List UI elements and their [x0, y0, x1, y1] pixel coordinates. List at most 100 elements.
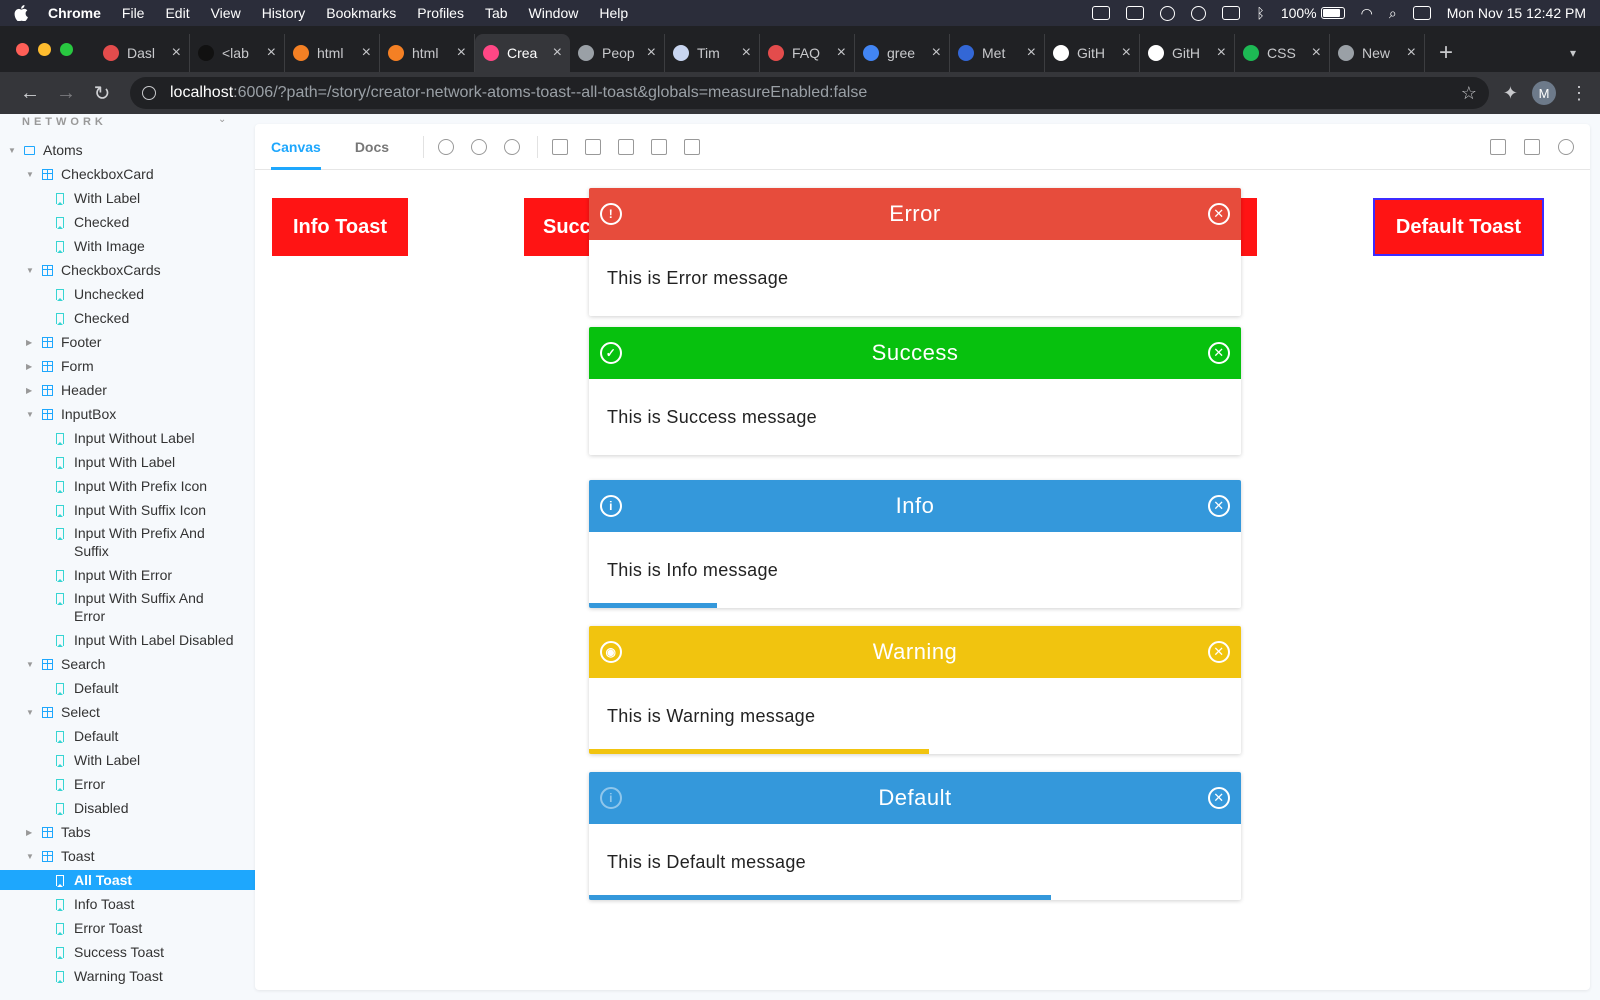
browser-tab[interactable]: Peop × — [570, 34, 665, 72]
browser-tab[interactable]: GitH × — [1045, 34, 1140, 72]
more-menu-icon[interactable]: ⋮ — [1570, 83, 1588, 104]
back-button[interactable]: ← — [12, 82, 48, 105]
sidebar-item-story[interactable]: With Image — [56, 236, 145, 256]
tab-docs[interactable]: Docs — [355, 124, 389, 170]
maximize-window-button[interactable] — [60, 42, 73, 56]
sidebar-item-story[interactable]: Checked — [56, 212, 129, 232]
copy-link-icon[interactable] — [1558, 138, 1574, 155]
browser-tab[interactable]: <lab × — [190, 34, 285, 72]
sidebar-item-story[interactable]: Disabled — [56, 798, 128, 818]
sidebar-item-component[interactable]: ▶ Header — [26, 380, 107, 400]
menu-view[interactable]: View — [211, 5, 241, 21]
measure-icon[interactable] — [684, 138, 701, 155]
sidebar-item-story[interactable]: Input With Prefix And Suffix — [56, 524, 224, 560]
sidebar-item-story[interactable]: Success Toast — [56, 942, 164, 962]
background-icon[interactable] — [552, 138, 569, 155]
wifi-icon[interactable]: ◠ — [1361, 5, 1373, 22]
browser-tab[interactable]: Crea × — [475, 34, 570, 72]
menu-history[interactable]: History — [262, 5, 306, 21]
close-tab-icon[interactable]: × — [553, 44, 562, 62]
close-tab-icon[interactable]: × — [837, 44, 846, 62]
apple-logo-icon[interactable] — [14, 5, 28, 21]
menu-edit[interactable]: Edit — [165, 5, 189, 21]
close-icon[interactable]: ✕ — [1208, 641, 1230, 663]
browser-tab[interactable]: gree × — [855, 34, 950, 72]
zoom-icon[interactable] — [1092, 6, 1111, 20]
close-icon[interactable]: ✕ — [1208, 495, 1230, 517]
sidebar-item-folder[interactable]: ▼ Atoms — [8, 140, 83, 160]
spotlight-search-icon[interactable]: ⌕ — [1389, 5, 1397, 22]
sidebar-item-component[interactable]: ▶ Tabs — [26, 822, 91, 842]
bluetooth-icon[interactable]: ᛒ — [1256, 5, 1264, 21]
minimize-window-button[interactable] — [38, 42, 51, 56]
close-tab-icon[interactable]: × — [647, 44, 656, 62]
browser-tab[interactable]: html × — [285, 34, 380, 72]
weather-icon[interactable] — [1160, 5, 1176, 21]
open-new-tab-icon[interactable] — [1524, 138, 1540, 155]
sidebar-item-component[interactable]: ▶ Footer — [26, 332, 101, 352]
close-window-button[interactable] — [16, 42, 29, 56]
address-bar[interactable]: localhost:6006/?path=/story/creator-netw… — [130, 77, 1489, 109]
control-center-icon[interactable] — [1412, 6, 1431, 20]
sidebar-item-component[interactable]: ▼ CheckboxCards — [26, 260, 161, 280]
bookmark-star-icon[interactable]: ☆ — [1461, 83, 1477, 104]
menu-app-name[interactable]: Chrome — [48, 5, 101, 21]
sidebar-item-story[interactable]: With Label — [56, 750, 140, 770]
browser-tab[interactable]: Tim × — [665, 34, 760, 72]
close-tab-icon[interactable]: × — [362, 44, 371, 62]
close-tab-icon[interactable]: × — [1027, 44, 1036, 62]
close-icon[interactable]: ✕ — [1208, 342, 1230, 364]
close-tab-icon[interactable]: × — [1122, 44, 1131, 62]
close-tab-icon[interactable]: × — [1312, 44, 1321, 62]
sidebar-item-story[interactable]: Warning Toast — [56, 966, 163, 986]
close-tab-icon[interactable]: × — [932, 44, 941, 62]
timer-icon[interactable] — [1191, 5, 1207, 21]
close-tab-icon[interactable]: × — [172, 44, 181, 62]
grid-icon[interactable] — [585, 138, 602, 155]
reload-button[interactable]: ↻ — [84, 81, 120, 106]
zoom-in-icon[interactable] — [438, 138, 455, 155]
tab-canvas[interactable]: Canvas — [271, 124, 321, 170]
sidebar-item-story[interactable]: Input With Label Disabled — [56, 630, 234, 650]
sidebar-item-component[interactable]: ▼ Toast — [26, 846, 94, 866]
audio-icon[interactable] — [1222, 6, 1241, 20]
menubar-clock[interactable]: Mon Nov 15 12:42 PM — [1447, 5, 1586, 21]
browser-tab[interactable]: html × — [380, 34, 475, 72]
fullscreen-icon[interactable] — [1490, 138, 1506, 155]
sidebar-item-component[interactable]: ▼ Search — [26, 654, 105, 674]
sidebar-item-component[interactable]: ▼ InputBox — [26, 404, 116, 424]
info-toast-button[interactable]: Info Toast — [272, 198, 408, 256]
sidebar-item-story[interactable]: Error Toast — [56, 918, 142, 938]
browser-tab[interactable]: CSS × — [1235, 34, 1330, 72]
sidebar-item-component[interactable]: ▼ CheckboxCard — [26, 164, 154, 184]
profile-avatar[interactable]: M — [1532, 81, 1556, 105]
browser-tab[interactable]: New × — [1330, 34, 1425, 72]
sidebar-item-story[interactable]: Input With Label — [56, 452, 175, 472]
sidebar-item-story[interactable]: Unchecked — [56, 284, 144, 304]
sidebar-item-story[interactable]: Input With Suffix Icon — [56, 500, 206, 520]
menu-help[interactable]: Help — [599, 5, 628, 21]
site-info-icon[interactable] — [142, 86, 156, 100]
sidebar-item-story[interactable]: Input Without Label — [56, 428, 195, 448]
new-tab-button[interactable]: + — [1425, 34, 1467, 72]
default-toast-button[interactable]: Default Toast — [1373, 198, 1544, 256]
menu-window[interactable]: Window — [529, 5, 579, 21]
sidebar-item-story[interactable]: Checked — [56, 308, 129, 328]
menu-profiles[interactable]: Profiles — [417, 5, 464, 21]
extensions-icon[interactable]: ✦ — [1503, 83, 1518, 104]
sidebar-item-story[interactable]: Input With Prefix Icon — [56, 476, 207, 496]
close-tab-icon[interactable]: × — [1217, 44, 1226, 62]
menu-file[interactable]: File — [122, 5, 145, 21]
sidebar-item-story[interactable]: Info Toast — [56, 894, 134, 914]
close-icon[interactable]: ✕ — [1208, 203, 1230, 225]
binoculars-icon[interactable] — [1126, 6, 1145, 20]
sidebar-item-story[interactable]: All Toast — [0, 870, 255, 890]
sidebar-item-story[interactable]: Error — [56, 774, 105, 794]
forward-button[interactable]: → — [48, 82, 84, 105]
close-tab-icon[interactable]: × — [457, 44, 466, 62]
battery-status[interactable]: 100% — [1281, 5, 1345, 21]
browser-tab[interactable]: FAQ × — [760, 34, 855, 72]
menu-bookmarks[interactable]: Bookmarks — [326, 5, 396, 21]
sidebar-item-story[interactable]: Input With Error — [56, 565, 172, 585]
zoom-reset-icon[interactable] — [504, 138, 521, 155]
